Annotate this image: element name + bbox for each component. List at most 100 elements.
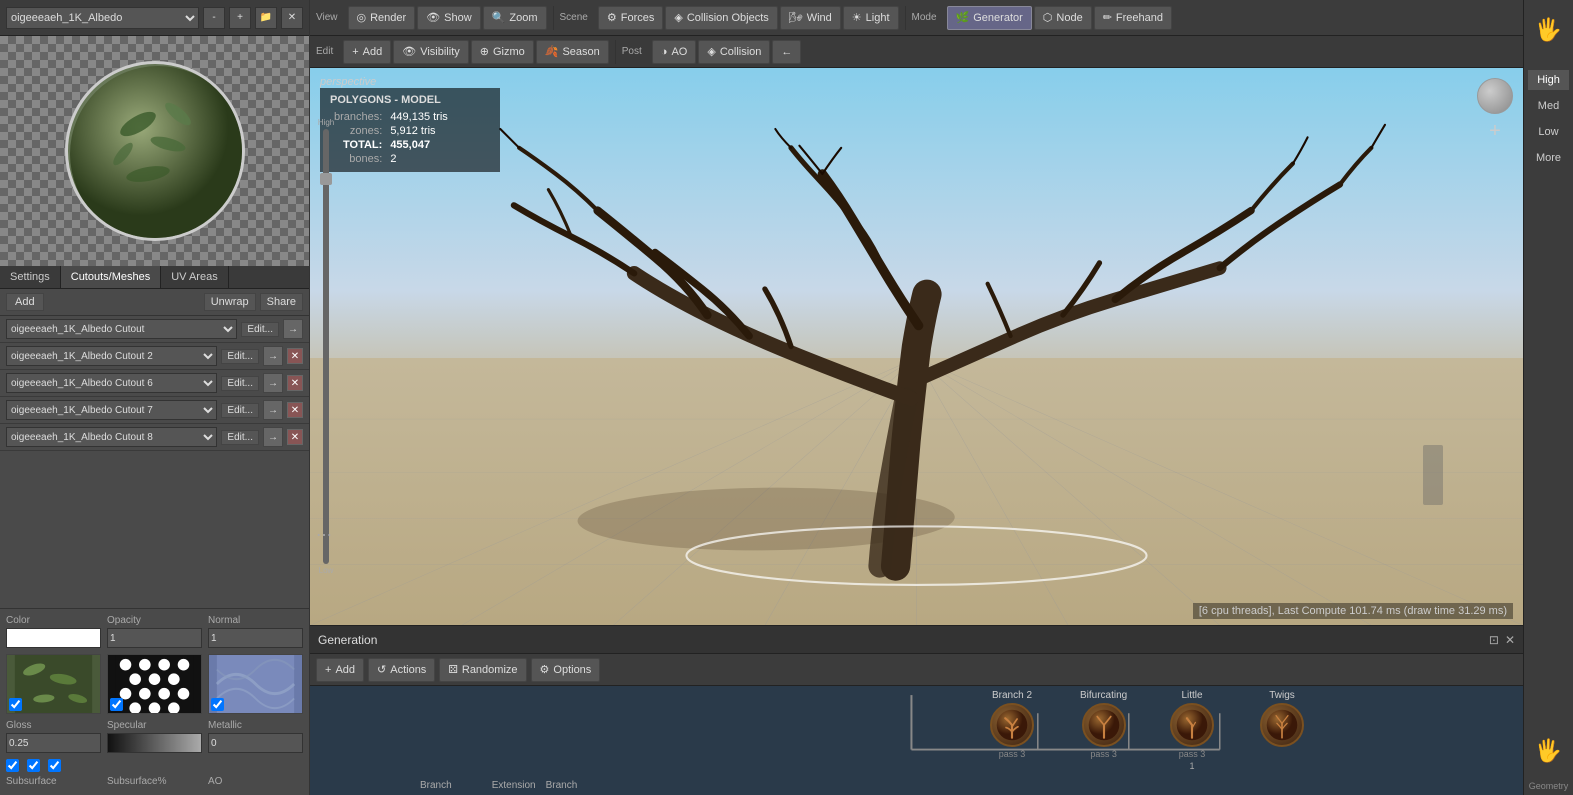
mesh-select-1[interactable]: oigeeeaeh_1K_Albedo Cutout [6, 319, 237, 339]
folder-btn[interactable]: 📁 [255, 7, 277, 29]
normal-input[interactable] [208, 628, 303, 648]
minus-btn[interactable]: - [203, 7, 225, 29]
slider-low-label: Low [319, 566, 334, 575]
node-branch2[interactable]: Branch 2 [990, 690, 1034, 761]
specular-check[interactable] [27, 759, 40, 772]
zoom-button[interactable]: 🔍 Zoom [483, 6, 547, 30]
add-mesh-button[interactable]: Add [6, 293, 44, 311]
gen-maximize-btn[interactable]: ⊡ [1489, 633, 1499, 647]
specular-texture-check[interactable] [110, 698, 123, 711]
remove-5[interactable]: ✕ [287, 429, 303, 445]
pan-icon[interactable]: + [1489, 120, 1501, 143]
collision-button[interactable]: ◈ Collision Objects [665, 6, 777, 30]
edit-button-3[interactable]: Edit... [221, 376, 259, 391]
quality-med[interactable]: Med [1528, 96, 1569, 116]
render-button[interactable]: ◎ Render [348, 6, 416, 30]
node-bifurcating[interactable]: Bifurcating [1080, 690, 1127, 759]
gen-randomize-button[interactable]: ⚄ Randomize [439, 658, 526, 682]
color-texture-check[interactable] [9, 698, 22, 711]
visibility-label: Visibility [420, 46, 460, 58]
visibility-button[interactable]: 👁 Visibility [393, 40, 469, 64]
gen-options-button[interactable]: ⚙ Options [531, 658, 601, 682]
viewport: perspective POLYGONS - MODEL branches: 4… [310, 68, 1523, 625]
gloss-check[interactable] [6, 759, 19, 772]
plus-btn[interactable]: + [229, 7, 251, 29]
collision-label: Collision Objects [687, 12, 769, 24]
back-button[interactable]: ← [772, 40, 801, 64]
metallic-input[interactable] [208, 733, 303, 753]
close-btn[interactable]: ✕ [281, 7, 303, 29]
branch2-icon [990, 703, 1034, 747]
freehand-button[interactable]: ✏ Freehand [1094, 6, 1172, 30]
edit-button-5[interactable]: Edit... [221, 430, 259, 445]
branch-label-left: Branch [546, 780, 578, 791]
wind-button[interactable]: 🌬 Wind [780, 6, 841, 30]
collision-edit-button[interactable]: ◈ Collision [698, 40, 770, 64]
zoom-label: Zoom [509, 12, 537, 24]
quality-more[interactable]: More [1528, 148, 1569, 168]
slider-thumb[interactable] [320, 173, 332, 185]
arrow-5[interactable]: → [263, 427, 283, 447]
node-twigs[interactable]: Twigs [1260, 690, 1304, 749]
edit-button-4[interactable]: Edit... [221, 403, 259, 418]
add-edit-button[interactable]: + Add [343, 40, 391, 64]
generator-label: Generator [973, 12, 1023, 24]
post-label: Post [622, 46, 646, 57]
arrow-4[interactable]: → [263, 400, 283, 420]
metallic-field: Metallic [208, 720, 303, 753]
branch2-label: Branch 2 [992, 690, 1032, 701]
mesh-select-2[interactable]: oigeeeaeh_1K_Albedo Cutout 2 [6, 346, 217, 366]
hand-bottom-icon: 🖐 [1524, 721, 1573, 781]
nav-sphere[interactable] [1477, 78, 1513, 114]
forces-button[interactable]: ⚙ Forces [598, 6, 664, 30]
tab-cutouts[interactable]: Cutouts/Meshes [61, 266, 161, 288]
remove-4[interactable]: ✕ [287, 402, 303, 418]
light-icon: ☀ [852, 11, 862, 24]
remove-3[interactable]: ✕ [287, 375, 303, 391]
edit-button-2[interactable]: Edit... [221, 349, 259, 364]
remove-2[interactable]: ✕ [287, 348, 303, 364]
add-edit-label: Add [363, 46, 383, 58]
mesh-select-5[interactable]: oigeeeaeh_1K_Albedo Cutout 8 [6, 427, 217, 447]
subsurface-pct-label: Subsurface% [107, 776, 202, 787]
season-button[interactable]: 🍂 Season [536, 40, 609, 64]
bifurcating-label: Bifurcating [1080, 690, 1127, 701]
generator-button[interactable]: 🌿 Generator [947, 6, 1032, 30]
share-button[interactable]: Share [260, 293, 303, 311]
node-little[interactable]: Little [1170, 690, 1214, 771]
hand-top-icon: 🖐 [1524, 0, 1573, 60]
opacity-input[interactable] [107, 628, 202, 648]
gizmo-button[interactable]: ⊕ Gizmo [471, 40, 534, 64]
ao-icon: ◑ [661, 46, 668, 58]
tab-uv[interactable]: UV Areas [161, 266, 228, 288]
mesh-select-3[interactable]: oigeeeaeh_1K_Albedo Cutout 6 [6, 373, 217, 393]
tab-settings[interactable]: Settings [0, 266, 61, 288]
dots-menu[interactable]: ⋯ [316, 525, 332, 545]
quality-high[interactable]: High [1528, 70, 1569, 90]
node-button[interactable]: ⬡ Node [1034, 6, 1092, 30]
slider-track[interactable] [323, 129, 329, 564]
edit-button-1[interactable]: Edit... [241, 322, 279, 337]
quality-low[interactable]: Low [1528, 122, 1569, 142]
quality-slider: High Low [318, 118, 334, 575]
gloss-input[interactable] [6, 733, 101, 753]
color-swatch[interactable] [6, 628, 101, 648]
show-button[interactable]: 👁 Show [417, 6, 481, 30]
arrow-3[interactable]: → [263, 373, 283, 393]
right-panel: 🖐 High Med Low More 🖐 Geometry [1523, 0, 1573, 795]
arrow-2[interactable]: → [263, 346, 283, 366]
texture-select[interactable]: oigeeeaeh_1K_Albedo [6, 7, 199, 29]
gen-add-button[interactable]: + Add [316, 658, 364, 682]
unwrap-button[interactable]: Unwrap [204, 293, 256, 311]
zones-val: 5,912 tris [386, 124, 451, 138]
list-item: oigeeeaeh_1K_Albedo Cutout 6 Edit... → ✕ [0, 370, 309, 397]
node-label: Node [1056, 12, 1082, 24]
mesh-select-4[interactable]: oigeeeaeh_1K_Albedo Cutout 7 [6, 400, 217, 420]
light-button[interactable]: ☀ Light [843, 6, 899, 30]
arrow-1[interactable]: → [283, 319, 303, 339]
normal-texture-check[interactable] [211, 698, 224, 711]
gen-close-btn[interactable]: ✕ [1505, 633, 1515, 647]
metallic-check[interactable] [48, 759, 61, 772]
ao-button[interactable]: ◑ AO [652, 40, 697, 64]
gen-actions-button[interactable]: ↺ Actions [368, 658, 435, 682]
